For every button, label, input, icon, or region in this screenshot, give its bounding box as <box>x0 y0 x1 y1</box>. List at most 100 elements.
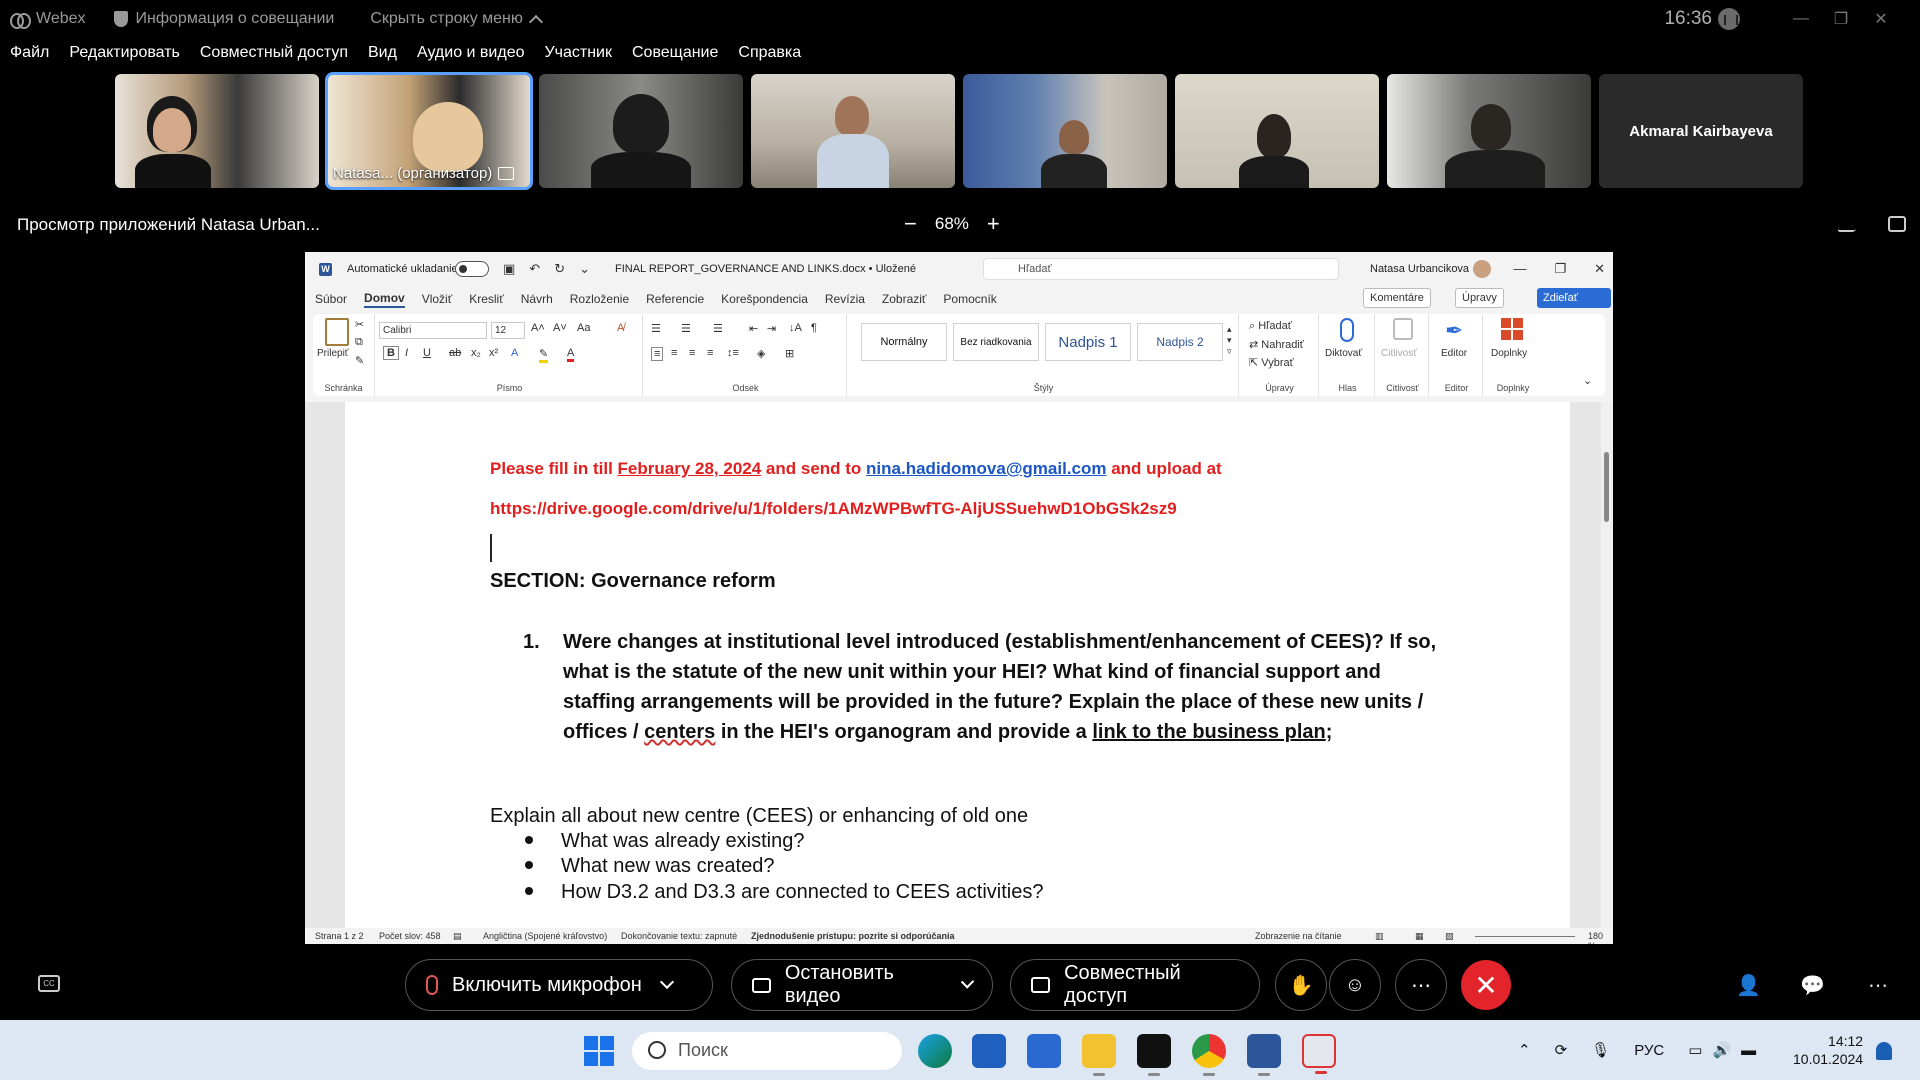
email-link[interactable]: nina.hadidomova@gmail.com <box>866 459 1106 478</box>
tab-references[interactable]: Referencie <box>646 292 704 306</box>
store-icon[interactable] <box>972 1034 1006 1068</box>
autosave-toggle[interactable] <box>455 261 489 277</box>
tab-home[interactable]: Domov <box>364 291 405 308</box>
sort-icon[interactable]: ↓A <box>789 322 802 334</box>
chevron-down-icon[interactable] <box>659 974 674 990</box>
zoom-in-button[interactable]: + <box>987 213 1000 235</box>
menu-view[interactable]: Вид <box>368 44 397 68</box>
document-title[interactable]: FINAL REPORT_GOVERNANCE AND LINKS.docx •… <box>615 263 916 275</box>
find-button[interactable]: ⌕ Hľadať <box>1249 320 1292 333</box>
menu-help[interactable]: Справка <box>738 44 801 68</box>
editor-icon[interactable]: ✒ <box>1445 318 1463 344</box>
multilevel-list-icon[interactable]: ☰ <box>713 322 723 335</box>
zoom-percentage[interactable]: 180 % <box>1588 931 1613 944</box>
input-language[interactable]: РУС <box>1634 1042 1664 1059</box>
share-button[interactable]: Zdieľať <box>1537 288 1611 308</box>
superscript-icon[interactable]: x² <box>489 347 498 359</box>
style-heading-1[interactable]: Nadpis 1 <box>1045 323 1131 361</box>
web-layout-icon[interactable]: ▧ <box>1445 931 1454 942</box>
comments-button[interactable]: Komentáre <box>1363 288 1431 308</box>
chrome-icon[interactable] <box>1192 1034 1226 1076</box>
user-name[interactable]: Natasa Urbancikova <box>1370 263 1469 275</box>
battery-icon[interactable]: ▬ <box>1741 1042 1756 1059</box>
volume-icon[interactable]: 🔊 <box>1712 1041 1731 1059</box>
page-indicator[interactable]: Strana 1 z 2 <box>315 931 364 941</box>
align-left-icon[interactable]: ≡ <box>651 347 664 361</box>
participant-tile[interactable] <box>1387 74 1591 188</box>
participant-tile[interactable] <box>1175 74 1379 188</box>
paste-icon[interactable] <box>325 318 349 346</box>
highlight-icon[interactable]: ✎ <box>539 347 549 363</box>
menu-file[interactable]: Файл <box>10 44 49 68</box>
participant-tile[interactable] <box>751 74 955 188</box>
font-size-select[interactable]: 12 <box>491 322 525 339</box>
document-page[interactable]: Please fill in till February 28, 2024 an… <box>345 402 1570 932</box>
borders-icon[interactable]: ⊞ <box>785 347 794 360</box>
reactions-button[interactable]: ☺ <box>1329 959 1381 1011</box>
notification-bell-icon[interactable] <box>1876 1042 1892 1060</box>
bullets-icon[interactable]: ☰ <box>651 322 661 335</box>
font-name-select[interactable]: Calibri <box>379 322 487 339</box>
leave-meeting-button[interactable]: ✕ <box>1461 960 1511 1010</box>
change-case-icon[interactable]: Aa <box>577 322 590 334</box>
more-panels-icon[interactable]: ⋯ <box>1868 973 1888 998</box>
close-button[interactable]: ✕ <box>1862 0 1900 38</box>
addins-icon[interactable] <box>1501 318 1523 340</box>
share-content-button[interactable]: Совместный доступ <box>1010 959 1260 1011</box>
participant-tile-no-video[interactable]: Akmaral Kairbayeva <box>1599 74 1803 188</box>
editor-label[interactable]: Editor <box>1441 348 1467 359</box>
editing-mode-button[interactable]: Úpravy <box>1455 288 1504 308</box>
bold-icon[interactable]: B <box>383 346 399 360</box>
more-options-button[interactable]: ⋯ <box>1395 959 1447 1011</box>
select-button[interactable]: ⇱ Vybrať <box>1249 356 1294 369</box>
file-explorer-icon[interactable] <box>1082 1034 1116 1076</box>
word-count[interactable]: Počet slov: 458 <box>379 931 441 941</box>
align-right-icon[interactable]: ≡ <box>689 347 695 359</box>
menu-edit[interactable]: Редактировать <box>69 44 180 68</box>
minimize-button[interactable]: — <box>1782 0 1820 38</box>
vertical-scrollbar[interactable] <box>1601 402 1613 928</box>
italic-icon[interactable]: I <box>405 347 408 359</box>
network-health-icon[interactable] <box>1718 8 1740 30</box>
restore-icon[interactable]: ❐ <box>1554 261 1566 277</box>
raise-hand-button[interactable]: ✋ <box>1275 959 1327 1011</box>
annotate-icon[interactable] <box>1837 216 1861 232</box>
underline-icon[interactable]: U <box>423 347 431 359</box>
captions-icon[interactable]: CC <box>38 975 60 992</box>
reading-mode-button[interactable]: Zobrazenie na čítanie <box>1255 931 1342 941</box>
edge-icon[interactable] <box>918 1034 952 1068</box>
proofing-icon[interactable]: ▤ <box>453 931 462 942</box>
tab-view[interactable]: Zobraziť <box>882 292 927 306</box>
numbering-icon[interactable]: ☰ <box>681 322 691 335</box>
styles-scroll-icon[interactable]: ▴ ▾ ▿ <box>1227 324 1232 357</box>
undo-icon[interactable]: ↶ <box>529 261 540 277</box>
customize-qat-icon[interactable]: ⌄ <box>579 261 590 277</box>
sync-icon[interactable]: ⟳ <box>1555 1041 1568 1059</box>
participant-tile[interactable] <box>115 74 319 188</box>
font-color-icon[interactable]: A <box>567 347 575 362</box>
drive-url[interactable]: https://drive.google.com/drive/u/1/folde… <box>490 499 1177 519</box>
dictate-label[interactable]: Diktovať <box>1325 348 1362 359</box>
tab-review[interactable]: Revízia <box>825 292 865 306</box>
shading-icon[interactable]: ◈ <box>757 347 765 360</box>
print-layout-icon[interactable]: ▦ <box>1415 931 1424 942</box>
chevron-up-icon[interactable]: ⌃ <box>1518 1041 1531 1059</box>
justify-icon[interactable]: ≡ <box>707 347 713 359</box>
copy-icon[interactable]: ⧉ <box>355 336 363 349</box>
text-effects-icon[interactable]: A <box>511 347 518 359</box>
business-plan-link[interactable]: link to the business plan <box>1092 721 1325 743</box>
avatar[interactable] <box>1473 260 1491 278</box>
participant-tile[interactable] <box>539 74 743 188</box>
tab-mailings[interactable]: Korešpondencia <box>721 292 808 306</box>
autocomplete-status[interactable]: Dokončovanie textu: zapnuté <box>621 931 737 941</box>
format-painter-icon[interactable]: ✎ <box>355 354 364 367</box>
zoom-out-button[interactable]: − <box>904 213 917 235</box>
participant-tile-host[interactable]: Natasa... (организатор) <box>325 72 533 190</box>
webex-icon[interactable] <box>1137 1034 1171 1076</box>
clear-format-icon[interactable]: A̸ <box>617 322 624 334</box>
style-no-spacing[interactable]: Bez riadkovania <box>953 323 1039 361</box>
replace-button[interactable]: ⇄ Nahradiť <box>1249 338 1304 351</box>
show-formatting-icon[interactable]: ¶ <box>811 322 817 334</box>
strikethrough-icon[interactable]: ab <box>449 347 461 359</box>
start-button[interactable] <box>584 1036 614 1066</box>
